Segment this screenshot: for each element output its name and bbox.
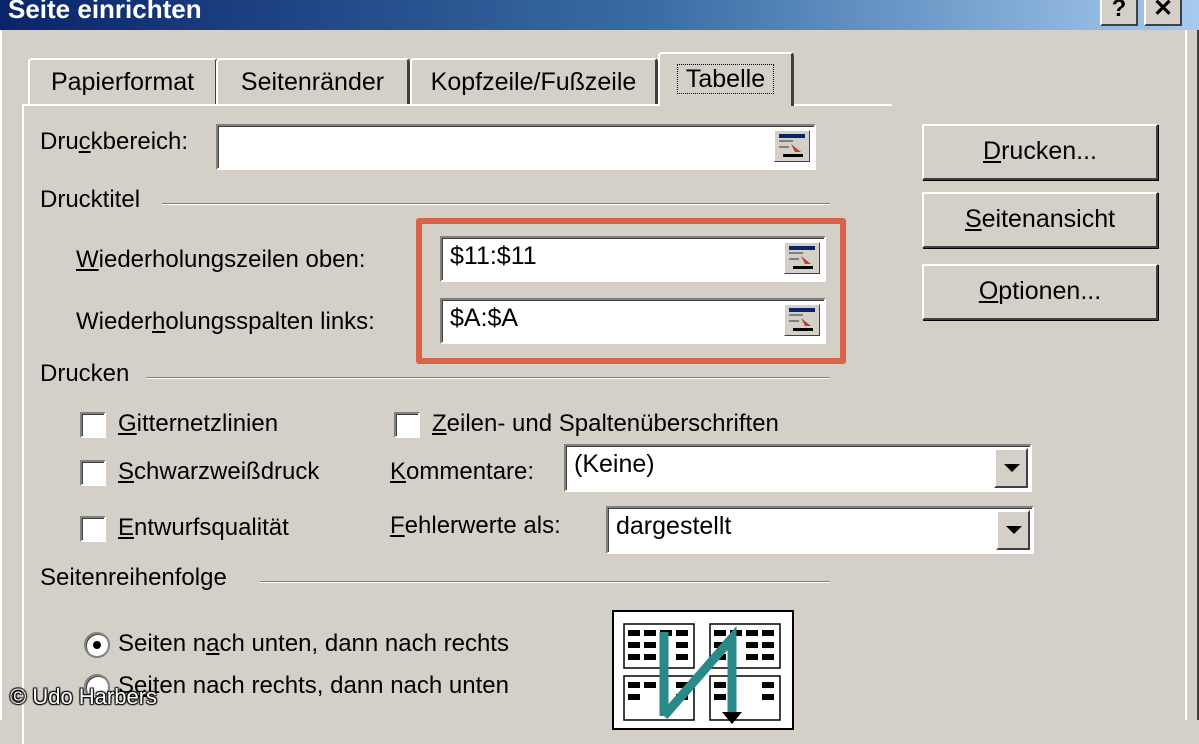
drucken-divider [146, 377, 830, 379]
seitenansicht-button[interactable]: Seitenansicht [922, 192, 1158, 248]
close-button[interactable]: ✕ [1144, 0, 1182, 26]
radio-unten-dann-rechts[interactable] [84, 632, 110, 658]
tab-tabelle[interactable]: Tabelle [658, 52, 794, 106]
tab-tabelle-label: Tabelle [676, 64, 775, 94]
drucktitel-group-label: Drucktitel [40, 186, 141, 213]
collapse-dialog-icon[interactable] [774, 130, 810, 162]
seitenreihenfolge-divider [260, 581, 830, 583]
wiederholungsspalten-label: Wiederholungsspalten links: [76, 308, 375, 335]
page-order-preview-icon [612, 610, 794, 730]
drucken-group-label: Drucken [40, 360, 130, 387]
dropdown-arrow-icon [1004, 464, 1020, 472]
drucktitel-divider [162, 203, 830, 205]
wiederholungszeilen-label: Wiederholungszeilen oben: [76, 246, 366, 273]
zeilen-spaltenueberschriften-checkbox[interactable] [394, 412, 420, 438]
copyright-watermark: © Udo Harbers [10, 684, 158, 709]
kommentare-value: (Keine) [574, 450, 655, 478]
fehlerwerte-label: Fehlerwerte als: [390, 512, 561, 539]
entwurfsqualitaet-label: Entwurfsqualität [118, 514, 289, 541]
gitternetzlinien-checkbox[interactable] [80, 412, 106, 438]
schwarzweissdruck-label: Schwarzweißdruck [118, 458, 320, 485]
radio-rechts-dann-unten-label: Seiten nach rechts, dann nach unten [118, 672, 509, 699]
fehlerwerte-select[interactable]: dargestellt [606, 506, 1034, 554]
radio-selected-dot [93, 641, 101, 649]
window-frame-right [1185, 30, 1199, 720]
drucken-button[interactable]: Drucken... [922, 124, 1158, 180]
kommentare-dropdown-button[interactable] [994, 448, 1028, 488]
window-frame-left [0, 30, 8, 720]
druckbereich-input[interactable] [216, 124, 816, 170]
tab-papierformat[interactable]: Papierformat [28, 58, 218, 104]
entwurfsqualitaet-checkbox[interactable] [80, 516, 106, 542]
help-button[interactable]: ? [1100, 0, 1138, 26]
druckbereich-label: Druckbereich: [40, 128, 189, 155]
dropdown-arrow-icon [1006, 526, 1022, 534]
radio-unten-dann-rechts-label: Seiten nach unten, dann nach rechts [118, 630, 509, 657]
kommentare-label: Kommentare: [390, 458, 535, 485]
red-highlight-frame [416, 218, 846, 364]
window-title: Seite einrichten [8, 0, 202, 24]
gitternetzlinien-label: Gitternetzlinien [118, 410, 279, 437]
tab-seitenraender[interactable]: Seitenränder [216, 58, 410, 104]
fehlerwerte-value: dargestellt [616, 512, 732, 540]
title-bar: Seite einrichten ? ✕ [0, 0, 1199, 30]
schwarzweissdruck-checkbox[interactable] [80, 460, 106, 486]
kommentare-select[interactable]: (Keine) [564, 444, 1032, 492]
tab-kopfzeile-fusszeile[interactable]: Kopfzeile/Fußzeile [410, 58, 658, 104]
zeilen-spaltenueberschriften-label: Zeilen- und Spaltenüberschriften [432, 410, 779, 437]
seitenreihenfolge-group-label: Seitenreihenfolge [40, 564, 227, 591]
optionen-button[interactable]: Optionen... [922, 264, 1158, 320]
fehlerwerte-dropdown-button[interactable] [996, 510, 1030, 550]
